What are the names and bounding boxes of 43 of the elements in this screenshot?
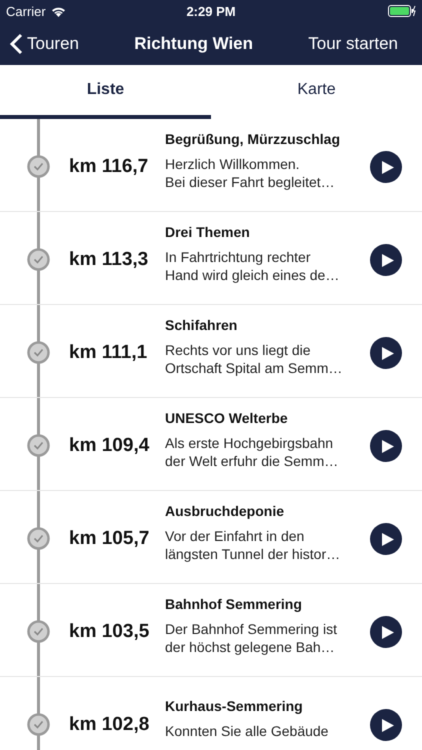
chevron-left-icon [10,32,23,54]
play-button[interactable] [370,151,402,183]
battery-icon [388,5,416,17]
km-label: km 113,3 [69,249,150,271]
km-label: km 103,5 [69,621,150,643]
play-icon [380,160,394,174]
km-label: km 102,8 [69,714,150,736]
stop-description: Herzlich Willkommen. Bei dieser Fahrt begleitet… [165,155,336,191]
stop-description: In Fahrtrichtung rechter Hand wird gleich eines de… [165,248,340,284]
play-button[interactable] [370,616,402,648]
stop-title: Drei Themen [165,224,251,240]
play-icon [380,718,394,732]
km-label: km 109,4 [69,435,150,457]
km-label: km 111,1 [69,342,148,364]
carrier-label: Carrier [6,4,46,18]
stop-description: Konnten Sie alle Gebäude [165,722,330,740]
stop-description: Vor der Einfahrt in den längsten Tunnel der histor… [165,527,342,563]
play-button[interactable] [370,337,402,369]
stop-title: Ausbruchdeponie [165,503,286,519]
km-label: km 116,7 [69,156,150,178]
play-button[interactable] [370,244,402,276]
stop-title: Begrüßung, Mürzzuschlag [165,131,341,147]
stop-description: Als erste Hochgebirgsbahn der Welt erfuhr die Semm… [165,434,340,470]
status-time: 2:29 PM [186,4,236,18]
km-label: km 105,7 [69,528,150,550]
stop-title: Kurhaus-Semmering [165,698,304,714]
play-button[interactable] [370,430,402,462]
play-icon [380,532,394,546]
play-icon [380,346,394,360]
stop-title: UNESCO Welterbe [165,410,289,426]
stop-title: Schifahren [165,317,238,333]
nav-title: Richtung Wien [134,34,254,54]
start-tour-button[interactable]: Tour starten [308,34,398,54]
wifi-icon [50,6,66,16]
stop-description: Rechts vor uns liegt die Ortschaft Spital am Semm… [165,341,344,377]
play-icon [380,624,394,640]
stop-title: Bahnhof Semmering [165,596,303,612]
play-icon [380,252,394,268]
play-icon [380,438,394,454]
stop-description: Der Bahnhof Semmering ist der höchst gelegene Bah… [165,620,338,656]
play-button[interactable] [370,709,402,741]
back-button[interactable]: Touren [10,32,79,54]
play-button[interactable] [370,523,402,555]
